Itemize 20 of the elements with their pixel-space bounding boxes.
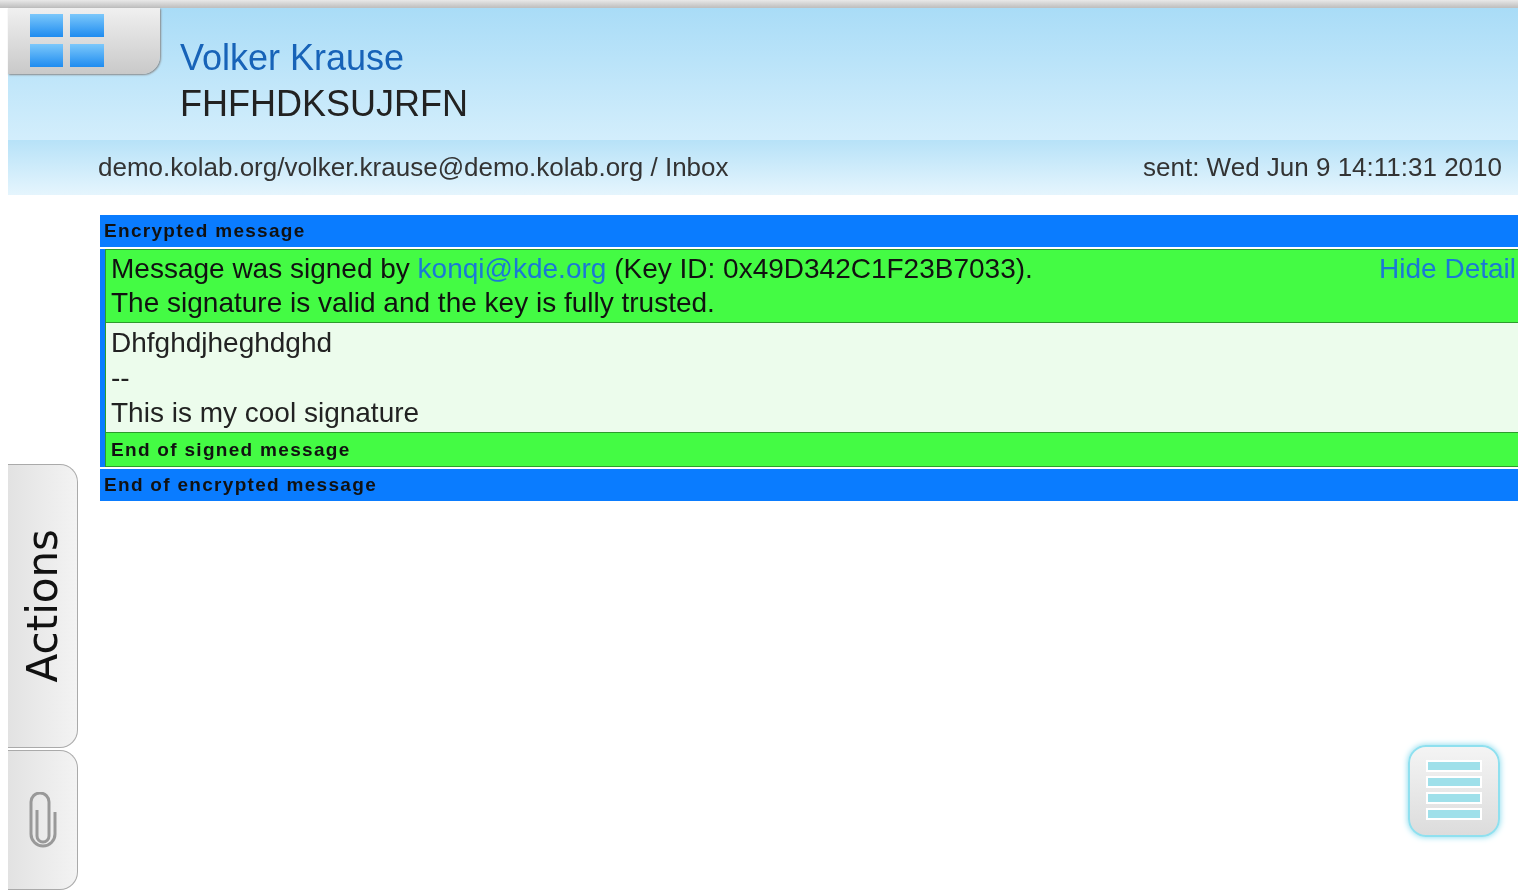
body-line: -- bbox=[111, 361, 131, 395]
hide-details-link[interactable]: Hide Detail bbox=[1379, 252, 1518, 286]
attachment-tab[interactable] bbox=[8, 750, 78, 890]
encrypted-message-header: Encrypted message bbox=[100, 215, 1518, 249]
actions-tab[interactable]: Actions bbox=[8, 464, 78, 748]
encrypted-message-footer: End of encrypted message bbox=[100, 467, 1518, 501]
grid-icon bbox=[30, 14, 104, 68]
menu-button[interactable] bbox=[1408, 745, 1500, 837]
message-subject: FHFHDKSUJRFN bbox=[180, 82, 468, 126]
body-line: This is my cool signature bbox=[111, 396, 421, 430]
body-line: Dhfghdjheghdghd bbox=[111, 326, 334, 360]
folder-path: demo.kolab.org/volker.krause@demo.kolab.org / Inbox bbox=[98, 152, 729, 183]
signer-link[interactable]: konqi@kde.org bbox=[417, 253, 607, 284]
sent-date: sent: Wed Jun 9 14:11:31 2010 bbox=[1143, 152, 1502, 183]
signature-status-text: Message was signed by konqi@kde.org (Key ID: 0x49D342C1F23B7033). bbox=[111, 252, 1033, 286]
menu-icon bbox=[1426, 760, 1482, 822]
signed-message-footer: End of signed message bbox=[105, 432, 1518, 467]
signature-validity-text: The signature is valid and the key is fully trusted. bbox=[110, 286, 716, 320]
home-button[interactable] bbox=[8, 8, 160, 74]
sender-name: Volker Krause bbox=[180, 36, 406, 80]
